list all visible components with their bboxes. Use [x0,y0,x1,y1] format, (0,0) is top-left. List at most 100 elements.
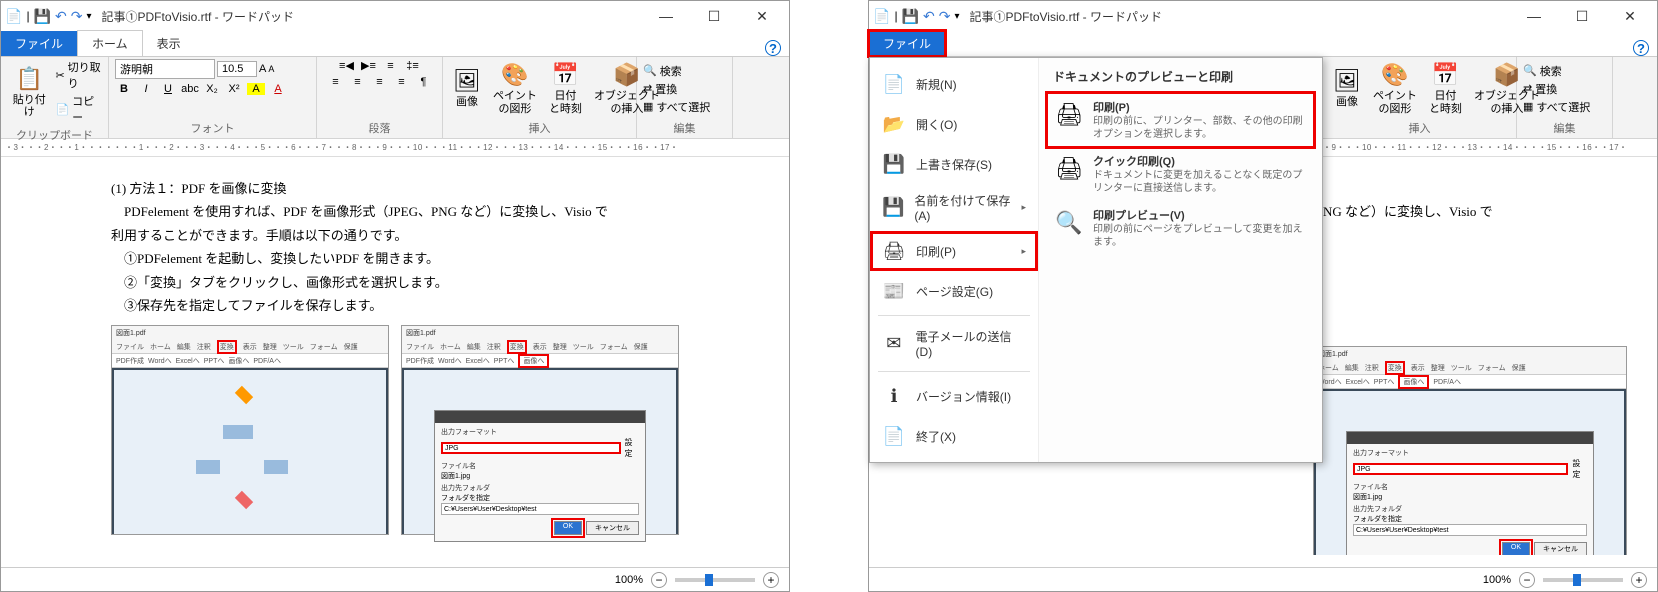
zoom-in-button[interactable]: + [763,572,779,588]
bullets-icon[interactable]: ≡ [382,60,400,72]
maximize-button[interactable]: ☐ [1567,8,1597,25]
strike-button[interactable]: abc [181,83,199,95]
copy-icon: 📄 [55,103,69,116]
doc-line-1: (1) 方法１：PDF を画像に変換 [111,177,679,200]
grow-font-icon[interactable]: A [259,63,266,75]
zoom-out-button[interactable]: − [651,572,667,588]
paste-button[interactable]: 📋 貼り付け [7,64,51,120]
menu-separator [878,315,1030,316]
group-font-label: フォント [115,118,310,136]
ruler[interactable]: ・3・・・2・・・1・・・・・・・1・・・2・・・3・・・4・・・5・・・6・・… [1,139,789,157]
select-all-icon: ▦ [1523,100,1533,113]
tab-home[interactable]: ホーム [77,30,143,56]
line-spacing-icon[interactable]: ‡≡ [404,60,422,72]
group-clipboard-label: クリップボード [7,125,102,143]
align-center-icon[interactable]: ≡ [349,76,367,88]
font-size-select[interactable]: 10.5 [217,61,257,77]
select-all-button[interactable]: ▦すべて選択 [643,99,710,115]
help-icon[interactable]: ? [1633,40,1649,56]
font-color-button[interactable]: A [269,83,287,95]
select-all-button[interactable]: ▦すべて選択 [1523,99,1590,115]
italic-button[interactable]: I [137,83,155,95]
zoom-out-button[interactable]: − [1519,572,1535,588]
insert-image-button[interactable]: 🖼画像 [1329,66,1365,110]
emb2-title: 図面1.pdf [406,328,436,338]
tab-file-highlighted[interactable]: ファイル [869,31,945,56]
embedded-screenshot-2-r: 図面1.pdf ホーム 編集 注釈 変換 表示 整理 ツール フォーム 保護 W… [1313,346,1627,555]
file-sendmail[interactable]: ✉電子メールの送信(D) [870,320,1038,367]
file-print-highlighted[interactable]: 🖨印刷(P)▸ [870,231,1038,271]
inc-indent-icon[interactable]: ▶≡ [360,59,378,72]
dec-indent-icon[interactable]: ≡◀ [338,59,356,72]
calendar-icon: 📅 [1432,62,1459,88]
subscript-button[interactable]: X₂ [203,83,221,95]
font-name-select[interactable]: 游明朝 [115,59,215,79]
insert-date-button[interactable]: 📅日付 と時刻 [545,60,586,116]
file-saveas[interactable]: 💾名前を付けて保存(A)▸ [870,184,1038,231]
file-open[interactable]: 📂開く(O) [870,104,1038,144]
file-save[interactable]: 💾上書き保存(S) [870,144,1038,184]
find-button[interactable]: 🔍検索 [643,63,710,79]
qat-sep: | [26,9,29,23]
maximize-button[interactable]: ☐ [699,8,729,25]
insert-paint-button[interactable]: 🎨ペイント の図形 [1369,60,1421,116]
format-field: JPG [441,442,621,454]
replace-button[interactable]: ⇄置換 [643,81,710,97]
tab-view[interactable]: 表示 [143,31,195,56]
minimize-button[interactable]: — [1519,8,1549,25]
print-preview-option[interactable]: 🔍 印刷プレビュー(V) 印刷の前にページをプレビューして変更を加えます。 [1047,201,1314,255]
zoom-slider[interactable] [675,578,755,582]
ribbon-tabs-r: ファイル ? [869,31,1657,57]
undo-icon[interactable]: ↶ [55,8,67,25]
replace-button[interactable]: ⇄置換 [1523,81,1590,97]
printer-icon: 🖨 [1053,99,1085,131]
close-button[interactable]: ✕ [1615,8,1645,25]
save-icon[interactable]: 💾 [34,8,51,25]
exit-icon: 📄 [882,424,906,448]
copy-button[interactable]: 📄コピー [55,93,102,125]
underline-button[interactable]: U [159,83,177,95]
align-left-icon[interactable]: ≡ [327,76,345,88]
superscript-button[interactable]: X² [225,83,243,95]
group-edit-label: 編集 [643,118,726,136]
close-button[interactable]: ✕ [747,8,777,25]
search-icon: 🔍 [643,64,657,77]
wordpad-window-right: 📄 | 💾 ↶ ↷ ▾ 記事①PDFtoVisio.rtf - ワードパッド —… [868,0,1658,592]
minimize-button[interactable]: — [651,8,681,25]
document-area[interactable]: (1) 方法１：PDF を画像に変換 PDFelement を使用すれば、PDF… [1,157,789,555]
insert-paint-button[interactable]: 🎨ペイント の図形 [489,60,541,116]
zoom-in-button[interactable]: + [1631,572,1647,588]
cut-button[interactable]: ✂切り取り [55,59,102,91]
file-menu: 📄新規(N) 📂開く(O) 💾上書き保存(S) 💾名前を付けて保存(A)▸ 🖨印… [869,57,1323,463]
export-dialog-r: 出力フォーマット JPG 設定 ファイル名 図面1.jpg 出力先フォルダ フォ… [1346,431,1594,555]
titlebar-r: 📄 | 💾 ↶ ↷ ▾ 記事①PDFtoVisio.rtf - ワードパッド —… [869,1,1657,31]
window-title: 記事①PDFtoVisio.rtf - ワードパッド [102,8,294,25]
file-new[interactable]: 📄新規(N) [870,64,1038,104]
qat-dropdown-icon[interactable]: ▾ [954,11,959,22]
file-about[interactable]: ℹバージョン情報(I) [870,376,1038,416]
insert-image-button[interactable]: 🖼画像 [449,66,485,110]
paint-icon: 🎨 [501,62,528,88]
tab-file[interactable]: ファイル [1,31,77,56]
print-option-highlighted[interactable]: 🖨 印刷(P) 印刷の前に、プリンター、部数、その他の印刷オプションを選択します… [1047,93,1314,147]
justify-icon[interactable]: ≡ [393,76,411,88]
insert-date-button[interactable]: 📅日付 と時刻 [1425,60,1466,116]
calendar-icon: 📅 [552,62,579,88]
save-icon[interactable]: 💾 [902,8,919,25]
align-right-icon[interactable]: ≡ [371,76,389,88]
highlight-button[interactable]: A [247,83,265,95]
file-pagesetup[interactable]: 📰ページ設定(G) [870,271,1038,311]
shrink-font-icon[interactable]: A [268,64,274,74]
find-button[interactable]: 🔍検索 [1523,63,1590,79]
file-exit[interactable]: 📄終了(X) [870,416,1038,456]
help-icon[interactable]: ? [765,40,781,56]
undo-icon[interactable]: ↶ [923,8,935,25]
file-submenu-title: ドキュメントのプレビューと印刷 [1047,66,1314,93]
quick-print-option[interactable]: 🖨 クイック印刷(Q) ドキュメントに変更を加えることなく既定のプリンターに直接… [1047,147,1314,201]
redo-icon[interactable]: ↷ [71,8,83,25]
para-btn-icon[interactable]: ¶ [415,76,433,88]
qat-dropdown-icon[interactable]: ▾ [86,11,91,22]
zoom-slider[interactable] [1543,578,1623,582]
redo-icon[interactable]: ↷ [939,8,951,25]
bold-button[interactable]: B [115,83,133,95]
